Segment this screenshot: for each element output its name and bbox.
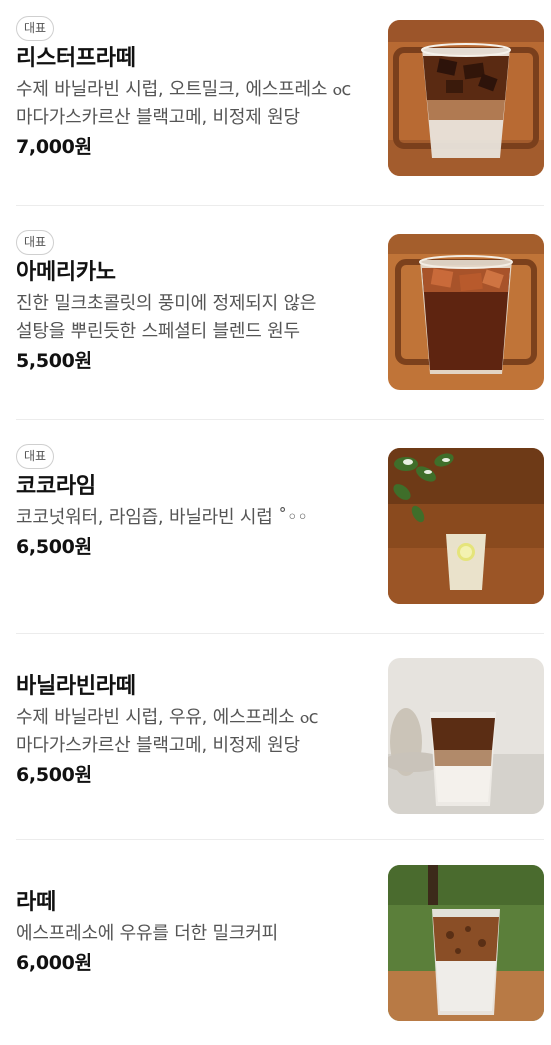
menu-item-name: 아메리카노 [16,260,116,285]
signature-badge: 대표 [16,444,55,469]
menu-item-americano[interactable]: 대표 아메리카노 진한 밀크초콜릿의 풍미에 정제되지 않은 설탕을 뿌린듯한 … [16,206,544,420]
menu-item-description: 수제 바닐라빈 시럽, 오트밀크, 에스프레소 ⲟᴄ 마다가스카르산 블랙고메,… [16,79,352,128]
coco-lime-photo[interactable] [388,448,544,604]
menu-item-text: 라떼 에스프레소에 우유를 더한 밀크커피 6,000원 [16,885,368,976]
menu-item-price: 7,000원 [16,136,92,158]
menu-item-name: 바닐라빈라떼 [16,674,136,699]
menu-item-description: 수제 바닐라빈 시럽, 우유, 에스프레소 ⲟᴄ 마다가스카르산 블랙고메, 비… [16,707,319,756]
menu-item-price: 6,500원 [16,536,92,558]
menu-item-description: 에스프레소에 우유를 더한 밀크커피 [16,923,278,944]
menu-item-price: 6,000원 [16,952,92,974]
iced-americano-photo[interactable] [388,234,544,390]
menu-list: 대표 리스터프라떼 수제 바닐라빈 시럽, 오트밀크, 에스프레소 ⲟᴄ 마다가… [0,0,551,1045]
menu-item-name: 코코라임 [16,474,96,499]
menu-item-description: 진한 밀크초콜릿의 풍미에 정제되지 않은 설탕을 뿌린듯한 스페셜티 블렌드 … [16,293,317,342]
menu-item-description: 코코넛워터, 라임즙, 바닐라빈 시럽 ˚◦◦ [16,507,308,528]
menu-item-lister-latte[interactable]: 대표 리스터프라떼 수제 바닐라빈 시럽, 오트밀크, 에스프레소 ⲟᴄ 마다가… [16,0,544,206]
menu-item-name: 라떼 [16,890,56,915]
menu-item-text: 대표 리스터프라떼 수제 바닐라빈 시럽, 오트밀크, 에스프레소 ⲟᴄ 마다가… [16,16,368,160]
menu-item-vanilla-bean-latte[interactable]: 바닐라빈라떼 수제 바닐라빈 시럽, 우유, 에스프레소 ⲟᴄ 마다가스카르산 … [16,634,544,840]
latte-photo[interactable] [388,865,544,1021]
menu-item-name: 리스터프라떼 [16,46,136,71]
menu-item-latte[interactable]: 라떼 에스프레소에 우유를 더한 밀크커피 6,000원 [16,840,544,1045]
menu-item-text: 바닐라빈라떼 수제 바닐라빈 시럽, 우유, 에스프레소 ⲟᴄ 마다가스카르산 … [16,669,368,788]
vanilla-latte-photo[interactable] [388,658,544,814]
menu-item-text: 대표 아메리카노 진한 밀크초콜릿의 풍미에 정제되지 않은 설탕을 뿌린듯한 … [16,230,368,374]
menu-item-text: 대표 코코라임 코코넛워터, 라임즙, 바닐라빈 시럽 ˚◦◦ 6,500원 [16,444,368,560]
menu-item-price: 5,500원 [16,350,92,372]
menu-item-coco-lime[interactable]: 대표 코코라임 코코넛워터, 라임즙, 바닐라빈 시럽 ˚◦◦ 6,500원 [16,420,544,634]
signature-badge: 대표 [16,230,55,255]
signature-badge: 대표 [16,16,55,41]
iced-latte-photo[interactable] [388,20,544,176]
menu-item-price: 6,500원 [16,764,92,786]
